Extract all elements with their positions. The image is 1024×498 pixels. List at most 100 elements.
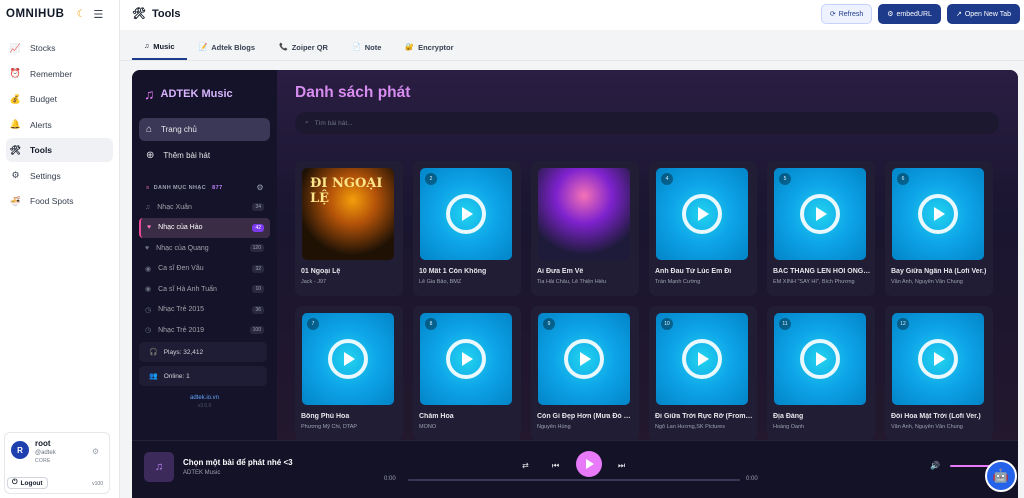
song-card[interactable]: 6 Bay Giữa Ngân Hà (Lofi Ver.) Văn Anh, Ng… [885,161,993,296]
song-title: Anh Đau Từ Lúc Em Đi [655,268,732,275]
moon-icon[interactable]: ☾ [76,9,85,20]
site-link[interactable]: adtek.io.vn [132,395,277,401]
song-card[interactable]: 11 Địa Đàng Hoàng Oanh [767,306,875,441]
playlist-name: Nhạc của Quang [156,244,209,252]
song-artist: Tia Hải Châu, Lê Thiện Hiếu [537,279,607,285]
playlist-count: 100 [249,326,264,335]
open-new-tab-button[interactable]: ↗ Open New Tab [946,4,1020,24]
embed-url-button[interactable]: ⚙ embedURL [878,4,941,24]
music-sidebar: ♫ ADTEK Music ⌂ Trang chủ ⊕ Thêm bài hát… [132,70,277,440]
song-title: Còn Gì Đẹp Hơn (Mưa Đỏ Original Soundtra… [537,413,635,420]
play-circle-icon [446,194,486,234]
playlist-count: 42 [252,223,264,232]
sidebar-item-remember[interactable]: ⏰ Remember [6,62,113,86]
album-cover: 5 [774,168,866,260]
next-icon[interactable]: ⏭ [618,461,625,471]
users-icon: 👥 [149,373,158,380]
chat-bot-icon[interactable]: 🤖 [985,460,1017,492]
embed-url-label: embedURL [896,10,932,18]
section-settings-icon[interactable]: ⚙ [256,183,264,192]
sidebar-item-alerts[interactable]: 🔔 Alerts [6,113,113,137]
song-artist: EM XINH "SAY HI", Bích Phương [773,279,855,285]
sidebar-item-food-spots[interactable]: 🍜 Food Spots [6,189,113,213]
tab-label: Zoiper QR [291,42,328,52]
playlist-icon: ◉ [145,265,152,273]
app-version: v100 [92,481,103,487]
header-actions: ⟳ Refresh ⚙ embedURL ↗ Open New Tab [820,4,1020,24]
pencil-icon: 📝 [198,44,208,51]
sidebar-item-label: Stocks [30,43,56,53]
song-card[interactable]: 12 Đồi Hoa Mặt Trời (Lofi Ver.) Văn Anh, N… [885,306,993,441]
play-circle-icon [564,339,604,379]
song-card[interactable]: 10 Đi Giữa Trời Rực Rỡ (From Đi Giữa Trời… [649,306,757,441]
sidebar-item-tools[interactable]: 🛠 Tools [6,138,113,162]
playlist-list: ♫ Nhạc Xuân 34 ♥ Nhạc của Hào 42 ♥ Nhạc của Qua… [139,197,270,341]
song-card[interactable]: Ai Đưa Em Về Tia Hải Châu, Lê Thiện Hiếu [531,161,639,296]
song-card[interactable]: 9 Còn Gì Đẹp Hơn (Mưa Đỏ Original Soundtr… [531,306,639,441]
avatar[interactable]: R [11,441,29,459]
sidebar-item-budget[interactable]: 💰 Budget [6,87,113,111]
song-card[interactable]: 8 Chăm Hoa MONO [413,306,521,441]
hamburger-menu-icon[interactable]: ☰ [93,8,103,21]
song-card[interactable]: 2 10 Mất 1 Còn Không Lê Gia Bảo, BMZ [413,161,521,296]
playlist-item[interactable]: ♫ Nhạc Xuân 34 [139,197,270,218]
tab-note[interactable]: 📄 Note [340,34,393,60]
music-note-icon: ♫ [144,42,150,50]
play-circle-icon [918,194,958,234]
play-circle-icon [446,339,486,379]
now-playing-title: Chọn một bài để phát nhé <3 [183,458,293,467]
music-logo: ♫ ADTEK Music [144,86,233,102]
album-cover [538,168,630,260]
sidebar-item-stocks[interactable]: 📈 Stocks [6,36,113,60]
playlist-item[interactable]: ◉ Ca sĩ Hà Anh Tuấn 10 [139,279,270,300]
previous-icon[interactable]: ⏮ [552,461,559,471]
plays-label: Plays: 32,412 [163,348,204,356]
tab-encryptor[interactable]: 🔐 Encryptor [393,34,465,60]
tab-music[interactable]: ♫ Music [132,34,187,60]
refresh-button[interactable]: ⟳ Refresh [820,4,873,24]
progress-bar[interactable] [408,479,740,481]
playlist-icon: ◷ [145,306,152,314]
play-circle-icon [918,339,958,379]
song-title: Bay Giữa Ngân Hà (Lofi Ver.) [891,268,987,275]
add-song-button[interactable]: ⊕ Thêm bài hát [139,144,270,167]
refresh-icon: ⟳ [829,11,836,18]
online-label: Online: 1 [163,372,190,380]
playlist-item[interactable]: ♥ Nhạc của Quang 120 [139,238,270,259]
play-button[interactable] [576,451,602,477]
music-logo-text: ADTEK Music [160,88,233,100]
song-card[interactable]: 4 Anh Đau Từ Lúc Em Đi Trần Mạnh Cường [649,161,757,296]
sidebar-item-label: Budget [30,94,57,104]
song-title: Đồi Hoa Mặt Trời (Lofi Ver.) [891,413,981,420]
volume-icon[interactable]: 🔊 [930,461,940,470]
song-search-input[interactable]: ⌕ Tìm bài hát... [295,112,999,134]
logout-button[interactable]: ⏻ Logout [7,477,48,489]
playlist-item[interactable]: ◷ Nhạc Trẻ 2019 100 [139,320,270,341]
tab-zoiper-qr[interactable]: 📞 Zoiper QR [267,34,340,60]
tab-adtek-blogs[interactable]: 📝 Adtek Blogs [187,34,267,60]
song-title: Chăm Hoa [419,413,454,420]
time-total: 0:00 [746,476,758,482]
playlist-name: Ca sĩ Hà Anh Tuấn [158,285,217,293]
playlist-item[interactable]: ♥ Nhạc của Hào 42 [139,217,270,238]
song-card[interactable]: 5 BẮC THANG LÊN HỎI ÔNG TRỜI EM XINH "SAY … [767,161,875,296]
song-title: Địa Đàng [773,413,804,420]
gear-icon: ⚙ [887,11,894,18]
tools-icon: 🛠 [132,8,146,20]
playlist-item[interactable]: ◷ Nhạc Trẻ 2015 36 [139,300,270,321]
sidebar-item-settings[interactable]: ⚙ Settings [6,164,113,188]
shuffle-icon[interactable]: ⇄ [522,461,529,470]
album-cover: 4 [656,168,748,260]
phone-icon: 📞 [279,44,288,51]
album-cover: 12 [892,313,984,405]
home-button[interactable]: ⌂ Trang chủ [139,118,270,141]
song-artist: MONO [419,424,437,430]
song-card[interactable]: 7 Bông Phù Hoa Phương Mỹ Chi, DTAP [295,306,403,441]
song-card[interactable]: ĐI NGOẠI LỆ 01 Ngoại Lệ Jack - J97 [295,161,403,296]
music-version: v3.0.0 [197,403,212,409]
database-icon: ≡ [146,184,150,191]
playlist-item[interactable]: ◉ Ca sĩ Đen Vâu 32 [139,259,270,280]
user-settings-icon[interactable]: ⚙ [92,447,99,456]
tool-tabs: ♫ Music 📝 Adtek Blogs 📞 Zoiper QR 📄 Note 🔐 Encryp… [120,34,1024,61]
sidebar-item-label: Settings [30,170,61,181]
